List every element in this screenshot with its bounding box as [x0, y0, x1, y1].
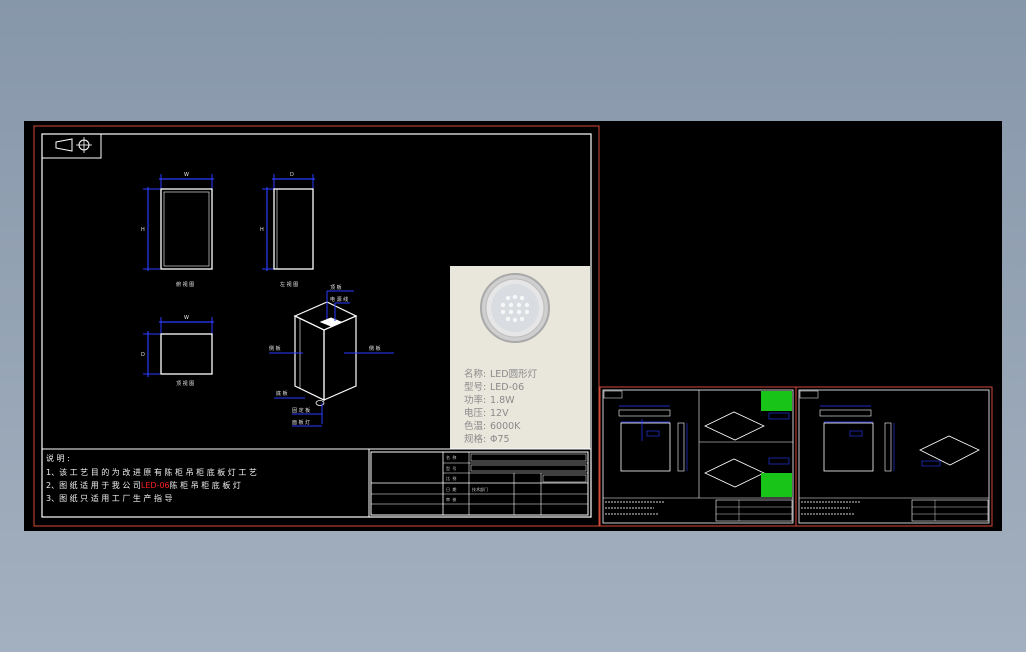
notes-line-2-highlight: LED-06	[141, 481, 170, 490]
cad-model-space[interactable]: W H 俯 视 图 D H 左 视 图 W D 顶 视 图 顶 板 电 源 线 …	[24, 121, 1002, 531]
tb-name: 名 称	[446, 454, 456, 460]
front-view: W H 俯 视 图	[141, 172, 214, 288]
spec-voltage-label: 电压:	[464, 407, 486, 419]
tb-review: 审 核	[446, 496, 456, 502]
notes-line-1: 1、该 工 艺 目 的 为 改 进 原 有 陈 柜 吊 柜 底 板 灯 工 艺	[46, 467, 257, 477]
iso-callout-2: 面 板 灯	[292, 419, 310, 426]
main-drawing-sheet: W H 俯 视 图 D H 左 视 图 W D 顶 视 图 顶 板 电 源 线 …	[33, 125, 600, 527]
side-view-label: 左 视 图	[280, 281, 298, 288]
side-view: D H 左 视 图	[260, 172, 315, 288]
side-dim-d: D	[290, 172, 294, 178]
spec-cct-value: 6000K	[490, 421, 521, 432]
spec-model-value: LED-06	[490, 382, 524, 393]
spec-size-value: Φ75	[490, 434, 510, 445]
front-view-label: 俯 视 图	[176, 281, 194, 288]
notes-line-2-prefix: 2、图 纸 适 用 于 我 公 司	[46, 480, 141, 490]
spec-power-value: 1.8W	[490, 395, 515, 406]
led-round-light-image	[480, 273, 550, 343]
thumbnail-sheet-2[interactable]	[795, 386, 993, 527]
notes-line-2-suffix: 陈 柜 吊 柜 底 板 灯	[170, 480, 241, 490]
tb-stamp: 技术部门	[472, 486, 488, 492]
spec-power-label: 功率:	[464, 394, 486, 406]
title-block	[370, 451, 589, 516]
spec-voltage-value: 12V	[490, 408, 509, 419]
bottom-dim-w: W	[184, 315, 189, 321]
thumbnail-sheet-1[interactable]	[599, 386, 797, 527]
projection-symbol-icon	[41, 133, 102, 159]
iso-label-left: 侧 板	[269, 345, 281, 352]
spec-model-label: 型号:	[464, 382, 486, 393]
notes-title: 说 明 :	[46, 453, 70, 463]
bottom-view-label: 顶 视 图	[176, 380, 194, 387]
side-dim-h: H	[260, 227, 264, 233]
thumb1-green-image-2	[761, 473, 792, 497]
front-dim-w: W	[184, 172, 189, 178]
iso-label-top-a: 顶 板	[330, 284, 342, 291]
tb-date: 日 期	[446, 486, 456, 492]
front-dim-h: H	[141, 227, 145, 233]
bottom-dim-d: D	[141, 352, 145, 358]
iso-label-top-b: 电 源 线	[330, 296, 348, 303]
bottom-view: W D 顶 视 图	[141, 315, 214, 387]
product-spec-panel: 名称: LED圆形灯 型号: LED-06 功率: 1.8W 电压: 12V 色…	[450, 266, 590, 449]
tb-model: 型 号	[446, 465, 456, 471]
notes-line-2: 2、图 纸 适 用 于 我 公 司LED-06陈 柜 吊 柜 底 板 灯	[46, 480, 241, 490]
spec-name-label: 名称:	[464, 368, 486, 380]
iso-callout-1: 固 定 板	[292, 407, 310, 414]
iso-label-right: 侧 板	[369, 345, 381, 352]
spec-name-value: LED圆形灯	[490, 368, 538, 380]
thumb1-green-image-1	[761, 391, 792, 411]
spec-cct-label: 色温:	[464, 420, 486, 432]
isometric-view: 顶 板 电 源 线 侧 板 侧 板 底 板 固 定 板 面 板 灯	[269, 284, 394, 427]
iso-label-bottom: 底 板	[276, 390, 288, 397]
spec-size-label: 规格:	[464, 433, 486, 445]
notes-line-3: 3、图 纸 只 适 用 工 厂 生 产 指 导	[46, 493, 173, 503]
tb-scale: 比 例	[446, 475, 456, 481]
